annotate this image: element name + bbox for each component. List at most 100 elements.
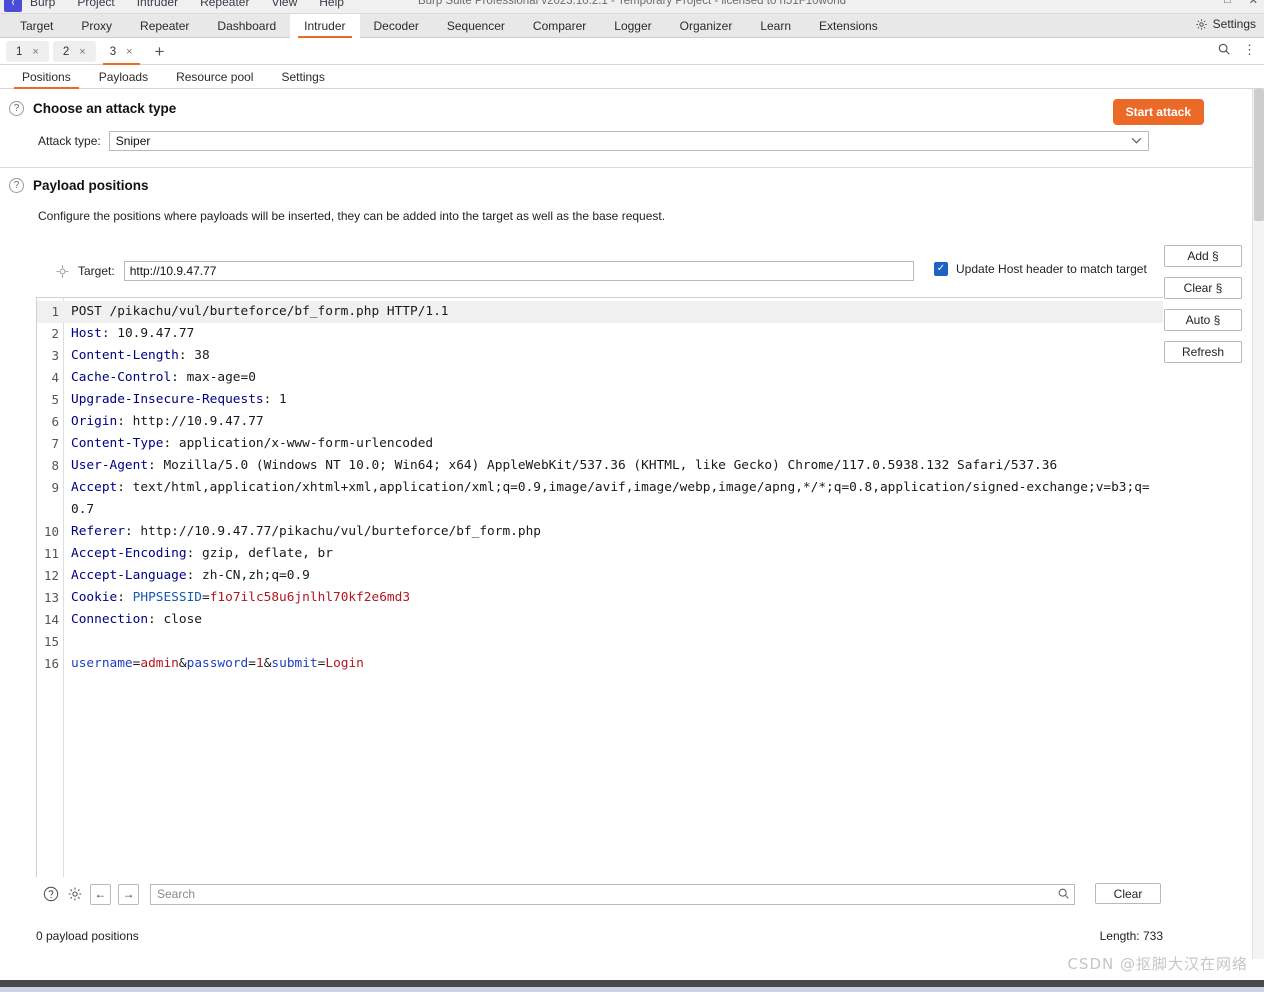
request-line: 10 Referer: http://10.9.47.77/pikachu/vul…	[37, 521, 1163, 543]
scrollbar-thumb[interactable]	[1254, 89, 1264, 221]
subtab-payloads[interactable]: Payloads	[85, 65, 162, 89]
payload-positions-title: Payload positions	[33, 178, 149, 193]
line-number: 3	[51, 348, 59, 363]
help-icon[interactable]: ?	[9, 178, 24, 193]
tab-intruder[interactable]: Intruder	[290, 14, 360, 38]
search-icon[interactable]	[1057, 887, 1070, 900]
tab-learn[interactable]: Learn	[746, 14, 805, 38]
request-line: 5 Upgrade-Insecure-Requests: 1	[37, 389, 1163, 411]
crosshair-icon[interactable]	[56, 265, 69, 278]
tab-label: Dashboard	[217, 19, 277, 33]
request-line-text: Cache-Control: max-age=0	[71, 370, 256, 385]
burp-suite-window: ⌇ Burp Project Intruder Repeater View He…	[0, 0, 1264, 992]
line-number: 11	[43, 546, 59, 561]
gear-icon	[1195, 18, 1208, 31]
close-icon[interactable]: ×	[126, 46, 132, 58]
window-title: Burp Suite Professional v2023.10.2.1 - T…	[417, 0, 847, 7]
subtab-label: Positions	[22, 70, 71, 84]
tab-dashboard[interactable]: Dashboard	[203, 14, 290, 38]
attack-tab-label: 2	[62, 45, 70, 58]
tab-label: Proxy	[81, 19, 113, 33]
subtab-settings[interactable]: Settings	[267, 65, 338, 89]
vertical-scrollbar[interactable]	[1252, 89, 1264, 959]
request-line: 7 Content-Type: application/x-www-form-ur…	[37, 433, 1163, 455]
add-section-button[interactable]: Add §	[1164, 245, 1242, 267]
payload-positions-header: ? Payload positions	[9, 178, 149, 193]
tab-logger[interactable]: Logger	[600, 14, 665, 38]
request-line-text: username=admin&password=1&submit=Login	[71, 656, 364, 671]
request-code: 1 POST /pikachu/vul/burteforce/bf_form.ph…	[37, 298, 1163, 675]
tab-label: Comparer	[532, 19, 587, 33]
settings-button[interactable]: Settings	[1195, 17, 1256, 31]
tab-label: Decoder	[373, 19, 419, 33]
subtab-positions[interactable]: Positions	[8, 65, 85, 89]
auto-section-button[interactable]: Auto §	[1164, 309, 1242, 331]
intruder-subtab-row: Positions Payloads Resource pool Setting…	[0, 65, 1264, 89]
attack-tab-1[interactable]: 1 ×	[6, 41, 49, 62]
attack-tab-3[interactable]: 3 ×	[99, 41, 143, 65]
tab-extensions[interactable]: Extensions	[805, 14, 892, 38]
tab-label: Logger	[614, 19, 652, 33]
main-tabs: Target Proxy Repeater Dashboard Intruder…	[0, 14, 1264, 38]
attack-type-value: Sniper	[115, 134, 151, 148]
help-icon[interactable]: ?	[9, 101, 24, 116]
tab-target[interactable]: Target	[6, 14, 67, 38]
target-label: Target:	[78, 264, 115, 278]
attack-type-header: ? Choose an attack type	[9, 101, 176, 116]
start-attack-button[interactable]: Start attack	[1112, 99, 1204, 125]
request-line: 6 Origin: http://10.9.47.77	[37, 411, 1163, 433]
editor-toolbar: ← → 0 highlights Clear	[36, 877, 1163, 911]
tab-label: Repeater	[140, 19, 190, 33]
line-number: 9	[51, 480, 59, 495]
request-line: 1 POST /pikachu/vul/burteforce/bf_form.ph…	[37, 301, 1163, 323]
clear-section-button[interactable]: Clear §	[1164, 277, 1242, 299]
attack-type-select[interactable]: Sniper	[108, 131, 1149, 151]
update-host-header-checkbox-row[interactable]: ✓ Update Host header to match target	[934, 262, 1147, 276]
request-line: 11 Accept-Encoding: gzip, deflate, br	[37, 543, 1163, 565]
window-controls: □ ✕	[1224, 0, 1258, 7]
arrow-right-icon[interactable]: →	[118, 883, 139, 905]
line-number: 8	[51, 458, 59, 473]
tab-sequencer[interactable]: Sequencer	[433, 14, 519, 38]
tab-proxy[interactable]: Proxy	[67, 14, 126, 38]
kebab-menu-icon[interactable]: ⋮	[1243, 43, 1256, 56]
checkbox-checked-icon[interactable]: ✓	[934, 262, 948, 276]
tab-label: Intruder	[304, 19, 346, 33]
tab-repeater[interactable]: Repeater	[126, 14, 203, 38]
request-length: Length: 733	[1099, 929, 1163, 943]
request-line: 4 Cache-Control: max-age=0	[37, 367, 1163, 389]
search-input[interactable]	[150, 883, 1075, 905]
attack-type-label: Attack type:	[38, 134, 101, 148]
target-input[interactable]	[123, 261, 914, 281]
new-attack-tab-button[interactable]: +	[147, 43, 173, 60]
gear-icon[interactable]	[66, 886, 83, 903]
request-line: 14 Connection: close	[37, 609, 1163, 631]
refresh-button[interactable]: Refresh	[1164, 341, 1242, 363]
close-icon[interactable]: ✕	[1249, 0, 1258, 7]
request-editor[interactable]: 1 POST /pikachu/vul/burteforce/bf_form.ph…	[36, 297, 1163, 877]
clear-search-button[interactable]: Clear	[1095, 883, 1161, 904]
help-icon[interactable]	[42, 886, 59, 903]
arrow-left-icon[interactable]: ←	[90, 883, 111, 905]
attack-tab-label: 1	[16, 45, 23, 58]
close-icon[interactable]: ×	[79, 46, 85, 58]
attack-tab-2[interactable]: 2 ×	[52, 41, 96, 62]
update-host-header-label: Update Host header to match target	[956, 262, 1147, 276]
search-icon[interactable]	[1217, 42, 1231, 56]
tab-decoder[interactable]: Decoder	[360, 14, 433, 38]
request-line: 12 Accept-Language: zh-CN,zh;q=0.9	[37, 565, 1163, 587]
attack-type-title: Choose an attack type	[33, 101, 177, 116]
request-line-text: Referer: http://10.9.47.77/pikachu/vul/b…	[71, 524, 541, 539]
intruder-subtabs: Positions Payloads Resource pool Setting…	[0, 65, 1264, 89]
tab-comparer[interactable]: Comparer	[519, 14, 600, 38]
close-icon[interactable]: ×	[32, 46, 38, 58]
request-line-text: Host: 10.9.47.77	[71, 326, 195, 341]
request-line: 2 Host: 10.9.47.77	[37, 323, 1163, 345]
attack-tabs: 1 × 2 × 3 × +	[0, 38, 1264, 65]
maximize-icon[interactable]: □	[1224, 0, 1231, 7]
line-number: 2	[51, 326, 59, 341]
tab-organizer[interactable]: Organizer	[666, 14, 747, 38]
tab-label: Sequencer	[446, 19, 505, 33]
request-line-text: Connection: close	[71, 612, 202, 627]
subtab-resource-pool[interactable]: Resource pool	[162, 65, 267, 89]
